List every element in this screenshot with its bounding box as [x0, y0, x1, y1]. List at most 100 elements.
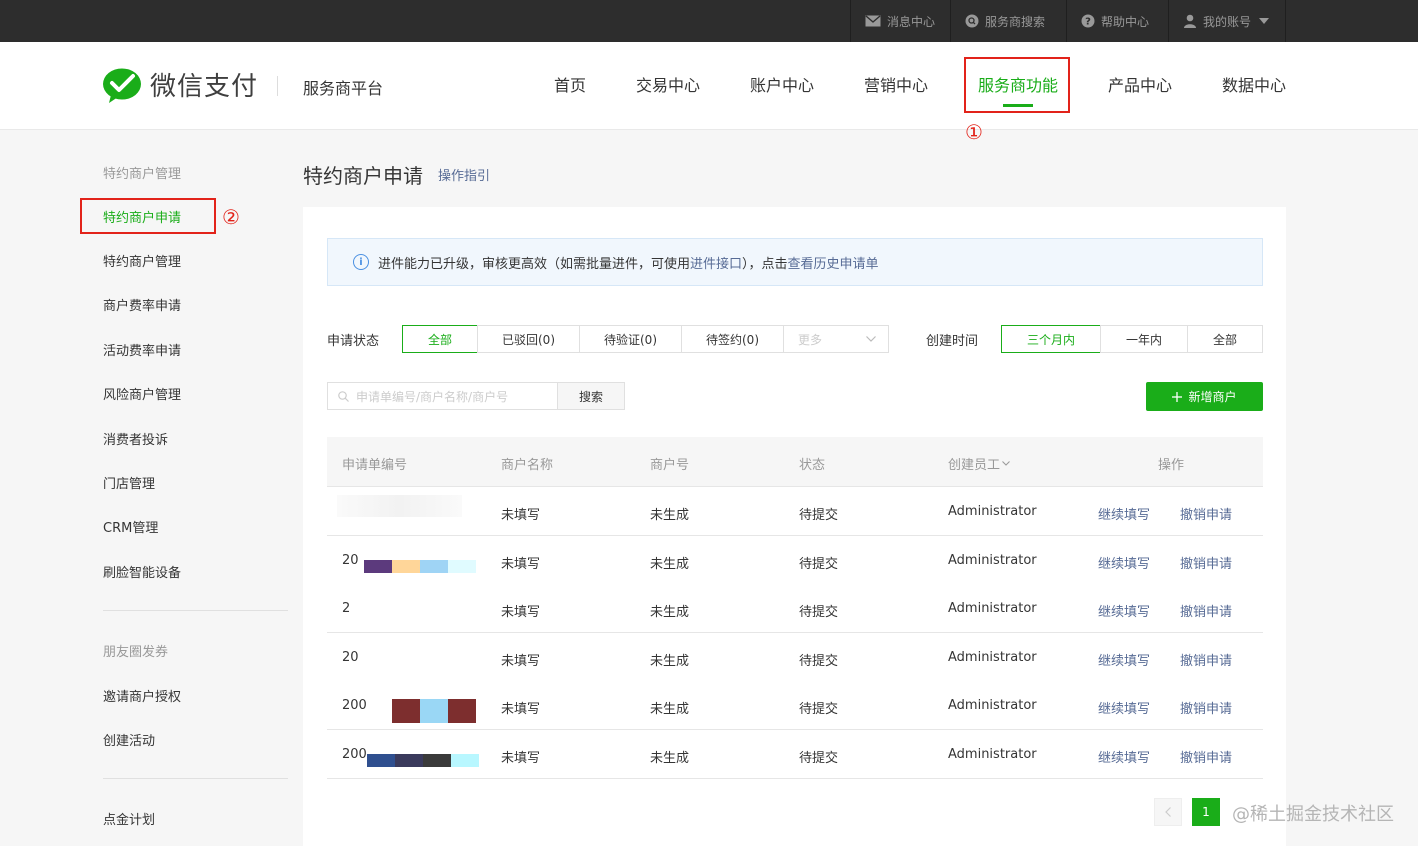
my-account-menu[interactable]: 我的账号 — [1168, 0, 1286, 42]
message-center-label: 消息中心 — [887, 14, 936, 29]
nav-marketing-center[interactable]: 营销中心 — [864, 72, 928, 96]
cancel-application-link[interactable]: 撤销申请 — [1180, 553, 1232, 572]
cell-application-id: 2 — [342, 601, 351, 616]
mail-icon — [865, 15, 881, 27]
mosaic-block — [392, 699, 420, 723]
cell-merchant-no: 未生成 — [650, 557, 690, 572]
status-filter-sign[interactable]: 待签约(0) — [681, 325, 784, 353]
notice-text: 进件能力已升级，审核更高效（如需批量进件，可使用 — [378, 256, 691, 272]
sidebar-item-complaints[interactable]: 消费者投诉 — [103, 429, 168, 448]
sidebar-item-gold-plan[interactable]: 点金计划 — [103, 809, 155, 828]
annotation-marker-2: ② — [222, 205, 240, 229]
cancel-application-link[interactable]: 撤销申请 — [1180, 601, 1232, 620]
mosaic-block — [420, 560, 448, 573]
cell-merchant-name: 未填写 — [501, 508, 541, 523]
continue-fill-link[interactable]: 继续填写 — [1098, 601, 1150, 620]
main-header: 微信支付 服务商平台 首页 交易中心 账户中心 营销中心 服务商功能 产品中心 … — [0, 42, 1418, 130]
sidebar-item-risk-merchant[interactable]: 风险商户管理 — [103, 384, 181, 403]
nav-product-center[interactable]: 产品中心 — [1108, 72, 1172, 96]
search-button[interactable]: 搜索 — [557, 382, 625, 410]
nav-home[interactable]: 首页 — [554, 72, 586, 96]
cell-merchant-name: 未填写 — [501, 702, 541, 717]
search-icon — [338, 390, 349, 402]
time-filter-3months[interactable]: 三个月内 — [1001, 325, 1101, 353]
table-row: 2 未填写 未生成 待提交 Administrator 继续填写 撤销申请 — [327, 584, 1263, 633]
continue-fill-link[interactable]: 继续填写 — [1098, 650, 1150, 669]
sidebar-item-face-devices[interactable]: 刷脸智能设备 — [103, 562, 181, 581]
cell-application-id: 200 — [342, 698, 367, 713]
cancel-application-link[interactable]: 撤销申请 — [1180, 650, 1232, 669]
pagination-prev-button[interactable] — [1154, 798, 1182, 826]
continue-fill-link[interactable]: 继续填写 — [1098, 747, 1150, 766]
sidebar-divider — [103, 610, 288, 611]
mosaic-block — [364, 560, 392, 573]
sidebar-item-rate-application[interactable]: 商户费率申请 — [103, 295, 181, 314]
status-more-dropdown[interactable]: 更多 — [783, 325, 889, 353]
time-filter-all[interactable]: 全部 — [1187, 325, 1263, 353]
cell-status: 待提交 — [799, 702, 839, 717]
sidebar-item-create-activity[interactable]: 创建活动 — [103, 730, 155, 749]
cell-merchant-no: 未生成 — [650, 751, 690, 766]
sidebar-item-activity-rate[interactable]: 活动费率申请 — [103, 340, 181, 359]
search-input[interactable]: 申请单编号/商户名称/商户号 — [327, 382, 558, 410]
cancel-application-link[interactable]: 撤销申请 — [1180, 698, 1232, 717]
status-more-label: 更多 — [798, 332, 823, 347]
column-header-id: 申请单编号 — [342, 458, 408, 473]
cancel-application-link[interactable]: 撤销申请 — [1180, 504, 1232, 523]
pagination-page-1[interactable]: 1 — [1192, 798, 1220, 826]
help-center-label: 帮助中心 — [1101, 14, 1150, 29]
sidebar-item-invite-auth[interactable]: 邀请商户授权 — [103, 686, 181, 705]
table-row: 200 未填写 未生成 待提交 Administrator 继续填写 撤销申请 — [327, 730, 1263, 779]
column-header-status: 状态 — [799, 458, 826, 473]
cell-status: 待提交 — [799, 605, 839, 620]
logo-divider — [277, 76, 278, 96]
nav-account-center[interactable]: 账户中心 — [750, 72, 814, 96]
message-center-link[interactable]: 消息中心 — [850, 0, 950, 42]
continue-fill-link[interactable]: 继续填写 — [1098, 553, 1150, 572]
sidebar-item-crm[interactable]: CRM管理 — [103, 517, 158, 536]
column-header-mch-no: 商户号 — [650, 458, 690, 473]
mosaic-block — [423, 754, 451, 767]
continue-fill-link[interactable]: 继续填写 — [1098, 698, 1150, 717]
watermark: @稀土掘金技术社区 — [1232, 804, 1394, 825]
cell-creator: Administrator — [948, 747, 1037, 762]
operation-guide-link[interactable]: 操作指引 — [438, 165, 490, 184]
nav-trade-center[interactable]: 交易中心 — [636, 72, 700, 96]
add-merchant-button[interactable]: 新增商户 — [1146, 382, 1263, 411]
sidebar-item-store-management[interactable]: 门店管理 — [103, 473, 155, 492]
provider-search-link[interactable]: 服务商搜索 — [950, 0, 1066, 42]
sidebar-group-title-moments: 朋友圈发券 — [103, 645, 169, 660]
cell-creator: Administrator — [948, 553, 1037, 568]
user-icon — [1184, 14, 1196, 28]
help-icon: ? — [1081, 14, 1095, 28]
caret-down-icon — [1259, 18, 1270, 24]
status-filter-label: 申请状态 — [327, 334, 380, 349]
redacted-id-mosaic — [367, 754, 479, 767]
cell-application-id: 20 — [342, 553, 359, 568]
status-filter-rejected[interactable]: 已驳回(0) — [477, 325, 580, 353]
column-header-name: 商户名称 — [501, 458, 554, 473]
cancel-application-link[interactable]: 撤销申请 — [1180, 747, 1232, 766]
sidebar-item-merchant-application[interactable]: 特约商户申请 — [103, 207, 181, 226]
history-link[interactable]: 查看历史申请单 — [788, 253, 879, 272]
cell-creator: Administrator — [948, 650, 1037, 665]
mosaic-block — [451, 754, 479, 767]
time-filter-1year[interactable]: 一年内 — [1100, 325, 1188, 353]
help-center-link[interactable]: ? 帮助中心 — [1066, 0, 1168, 42]
api-link[interactable]: 进件接口 — [690, 253, 742, 272]
time-filter-label: 创建时间 — [926, 334, 979, 349]
cell-merchant-no: 未生成 — [650, 508, 690, 523]
cell-status: 待提交 — [799, 654, 839, 669]
mosaic-block — [448, 560, 476, 573]
column-header-creator[interactable]: 创建员工 — [948, 454, 1010, 473]
status-filter-all[interactable]: 全部 — [402, 325, 478, 353]
chevron-down-icon — [866, 336, 876, 342]
status-filter-verify[interactable]: 待验证(0) — [579, 325, 682, 353]
creator-header-label: 创建员工 — [948, 458, 1001, 473]
sidebar-item-merchant-management[interactable]: 特约商户管理 — [103, 251, 181, 270]
annotation-box-nav — [964, 57, 1070, 113]
nav-data-center[interactable]: 数据中心 — [1222, 72, 1286, 96]
plus-icon — [1172, 391, 1183, 402]
chevron-down-icon — [1002, 461, 1010, 466]
continue-fill-link[interactable]: 继续填写 — [1098, 504, 1150, 523]
